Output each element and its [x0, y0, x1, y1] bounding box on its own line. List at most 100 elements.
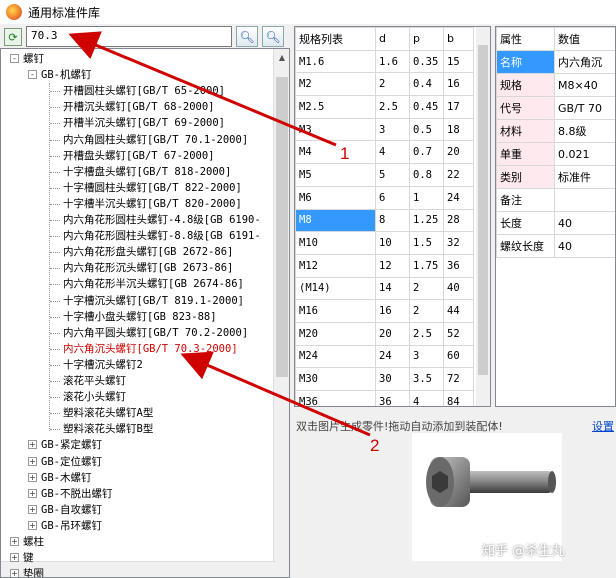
spec-cell[interactable]: 60 [443, 344, 474, 369]
spec-cell[interactable]: 5 [375, 163, 410, 187]
spec-column-header[interactable]: p [409, 27, 444, 51]
spec-cell[interactable]: 22 [443, 163, 474, 187]
spec-cell[interactable]: M20 [295, 321, 376, 346]
tree-item[interactable]: 开槽沉头螺钉[GB/T 68-2000] [63, 99, 215, 115]
tree-item[interactable]: 内六角花形圆柱头螺钉-4.8级[GB 6190- [63, 212, 261, 228]
tree-item[interactable]: 十字槽沉头螺钉[GB/T 819.1-2000] [63, 293, 244, 309]
spec-cell[interactable]: M2 [295, 72, 376, 97]
spec-cell[interactable]: 44 [443, 299, 474, 323]
spec-row[interactable]: M16 16 2 44 [295, 299, 474, 323]
spec-cell[interactable]: 4 [375, 140, 410, 165]
spec-cell[interactable]: 30 [375, 367, 410, 391]
tree-item[interactable]: 滚花小头螺钉 [63, 389, 126, 405]
expand-icon[interactable]: + [10, 537, 19, 546]
tree-item[interactable]: 内六角花形圆柱头螺钉-8.8级[GB 6191- [63, 228, 261, 244]
spec-cell[interactable]: 16 [375, 299, 410, 323]
spec-row[interactable]: M8 8 1.25 28 [295, 208, 474, 233]
spec-cell[interactable]: 20 [443, 140, 474, 165]
tree-category[interactable]: 垫圈 [23, 566, 44, 577]
collapse-icon[interactable]: - [28, 70, 37, 80]
expand-icon[interactable]: + [28, 472, 37, 482]
tree-item[interactable]: 内六角花形盘头螺钉[GB 2672-86] [63, 244, 233, 260]
expand-icon[interactable]: + [28, 440, 37, 450]
spec-row[interactable]: M30 30 3.5 72 [295, 367, 474, 391]
spec-cell[interactable]: 3 [375, 117, 410, 142]
property-value[interactable]: M8×40 [554, 73, 615, 97]
spec-cell[interactable]: 10 [375, 231, 410, 255]
spec-cell[interactable]: 16 [443, 72, 474, 97]
spec-cell[interactable]: 1 [409, 185, 444, 210]
spec-cell[interactable]: M4 [295, 140, 376, 165]
property-row[interactable]: 类别 标准件 [496, 165, 615, 189]
spec-row[interactable]: (M14) 14 2 40 [295, 276, 474, 301]
refresh-icon[interactable]: ⟳ [4, 28, 22, 46]
tree-item[interactable]: 十字槽半沉头螺钉[GB/T 820-2000] [63, 196, 242, 212]
spec-cell[interactable]: 84 [443, 390, 474, 406]
property-value[interactable]: 40 [554, 211, 615, 235]
tree-item[interactable]: 内六角平圆头螺钉[GB/T 70.2-2000] [63, 325, 248, 341]
spec-cell[interactable]: 32 [443, 231, 474, 255]
spec-cell[interactable]: M5 [295, 163, 376, 187]
tree-group[interactable]: GB-紧定螺钉 [41, 437, 102, 453]
settings-link[interactable]: 设置 [592, 418, 614, 434]
spec-scrollbar[interactable] [476, 27, 490, 406]
tree-item[interactable]: 内六角圆柱头螺钉[GB/T 70.1-2000] [63, 132, 248, 148]
scroll-thumb[interactable] [478, 45, 488, 375]
spec-cell[interactable]: 2 [375, 72, 410, 97]
spec-cell[interactable]: (M14) [295, 276, 376, 301]
spec-cell[interactable]: 72 [443, 367, 474, 391]
expand-icon[interactable]: + [28, 520, 37, 530]
spec-row[interactable]: M3 3 0.5 18 [295, 117, 474, 142]
spec-row[interactable]: M4 4 0.7 20 [295, 140, 474, 165]
spec-cell[interactable]: M30 [295, 367, 376, 391]
spec-cell[interactable]: 17 [443, 95, 474, 119]
spec-cell[interactable]: 2.5 [409, 321, 444, 346]
spec-row[interactable]: M1.6 1.6 0.35 15 [295, 49, 474, 74]
spec-cell[interactable]: 2 [409, 299, 444, 323]
spec-row[interactable]: M6 6 1 24 [295, 185, 474, 210]
spec-cell[interactable]: 0.35 [409, 49, 444, 74]
search-next-button[interactable]: 🔍︎ [262, 26, 284, 47]
property-value[interactable]: 40 [554, 234, 615, 258]
spec-cell[interactable]: M1.6 [295, 49, 376, 74]
tree-item-selected[interactable]: 内六角沉头螺钉[GB/T 70.3-2000] [63, 341, 238, 357]
tree-category-key[interactable]: 键 [23, 550, 34, 566]
property-row[interactable]: 名称 内六角沉 [496, 50, 615, 74]
tree-item[interactable]: 十字槽小盘头螺钉[GB 823-88] [63, 309, 217, 325]
spec-cell[interactable]: 2.5 [375, 95, 410, 119]
spec-cell[interactable]: 1.6 [375, 49, 410, 74]
property-row[interactable]: 单重 0.021 [496, 142, 615, 166]
property-row[interactable]: 螺纹长度 40 [496, 234, 615, 258]
tree-category-screw[interactable]: 螺钉 [23, 51, 44, 67]
expand-icon[interactable]: + [28, 488, 37, 498]
tree-category-stud[interactable]: 螺柱 [23, 534, 44, 550]
spec-cell[interactable]: 0.45 [409, 95, 444, 119]
expand-icon[interactable]: + [28, 456, 37, 466]
spec-cell[interactable]: 20 [375, 321, 410, 346]
spec-row[interactable]: M2.5 2.5 0.45 17 [295, 95, 474, 119]
tree-item[interactable]: 内六角花形沉头螺钉[GB 2673-86] [63, 260, 233, 276]
spec-cell[interactable]: 0.4 [409, 72, 444, 97]
expand-icon[interactable]: + [10, 569, 19, 577]
spec-cell[interactable]: 12 [375, 253, 410, 278]
spec-cell[interactable]: M6 [295, 185, 376, 210]
spec-cell[interactable]: 4 [409, 390, 444, 406]
spec-cell[interactable]: M16 [295, 299, 376, 323]
spec-cell[interactable]: 18 [443, 117, 474, 142]
spec-cell[interactable]: 1.25 [409, 208, 444, 233]
search-prev-button[interactable]: 🔍︎ [236, 26, 258, 47]
collapse-icon[interactable]: - [10, 54, 19, 63]
tree-group[interactable]: GB-自攻螺钉 [41, 502, 102, 518]
tree-group[interactable]: GB-不脱出螺钉 [41, 486, 112, 502]
spec-cell[interactable]: M2.5 [295, 95, 376, 119]
tree-item[interactable]: 塑料滚花头螺钉A型 [63, 405, 153, 421]
tree-item[interactable]: 塑料滚花头螺钉B型 [63, 421, 153, 437]
spec-cell[interactable]: 36 [443, 253, 474, 278]
spec-row[interactable]: M24 24 3 60 [295, 344, 474, 369]
property-row[interactable]: 规格 M8×40 [496, 73, 615, 97]
spec-cell[interactable]: 0.8 [409, 163, 444, 187]
property-value[interactable]: 0.021 [554, 142, 615, 166]
spec-cell[interactable]: 14 [375, 276, 410, 301]
property-value[interactable]: 8.8级 [554, 119, 615, 143]
spec-row[interactable]: M10 10 1.5 32 [295, 231, 474, 255]
